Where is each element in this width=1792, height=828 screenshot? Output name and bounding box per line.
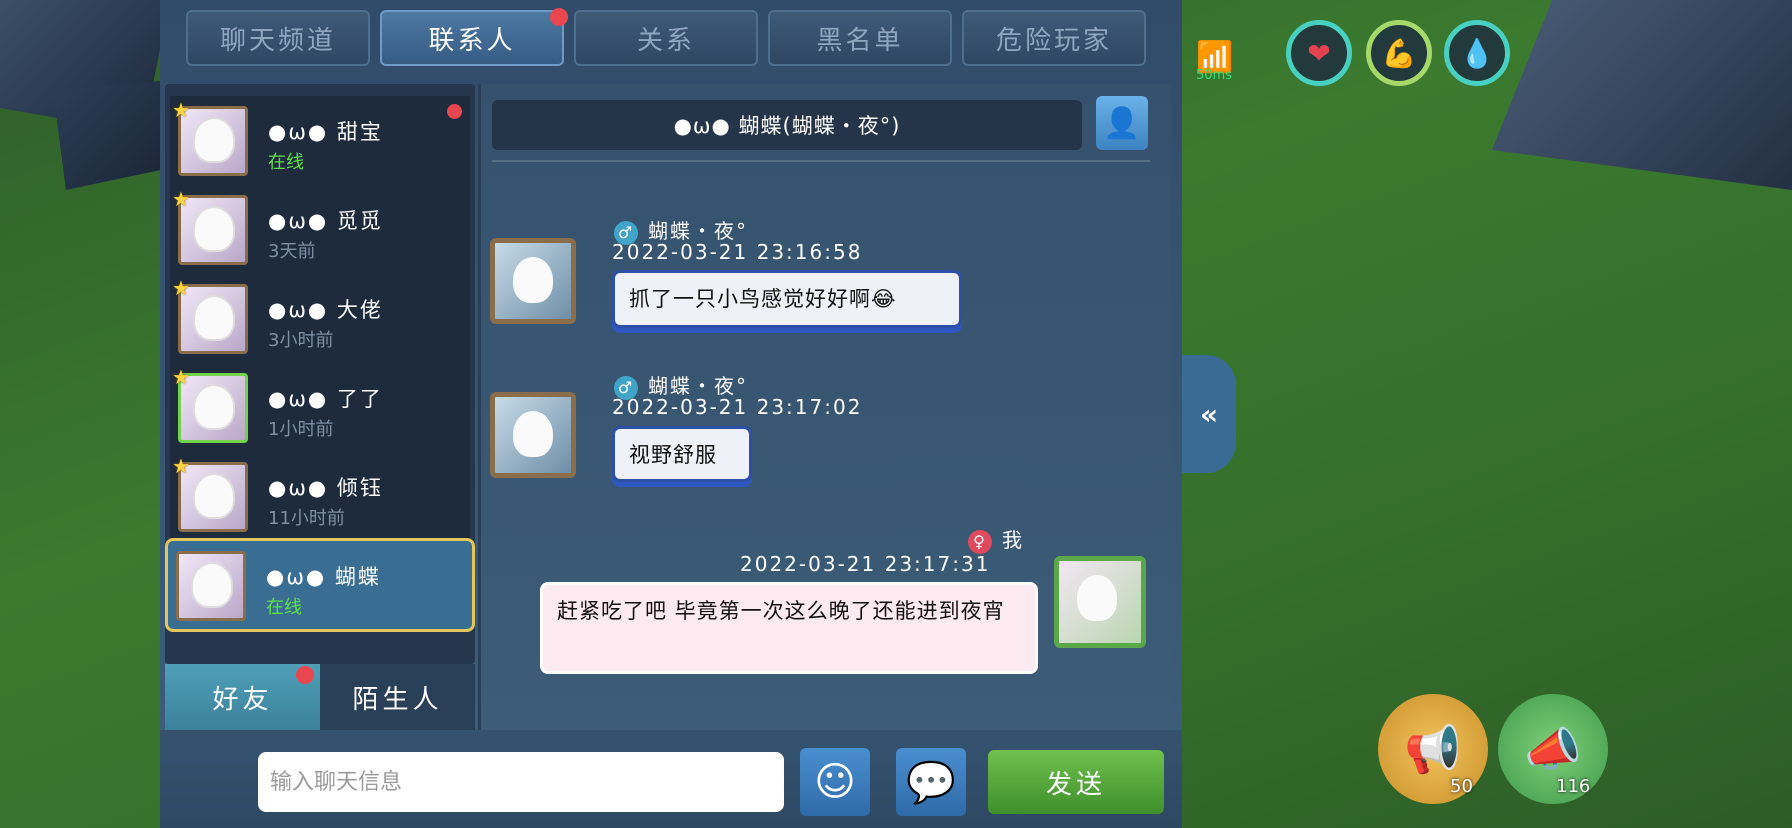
health-gauge: ❤ (1286, 20, 1352, 86)
contact-name: ●ω● 倾钰 (268, 476, 383, 500)
smile-icon: ☺ (814, 759, 856, 805)
notification-dot (296, 666, 314, 684)
avatar (176, 551, 246, 621)
star-icon: ★ (172, 454, 190, 478)
tab-relations[interactable]: 关系 (574, 10, 758, 66)
collapse-panel-button[interactable]: « (1182, 355, 1236, 473)
heart-icon: ❤ (1307, 36, 1331, 70)
stamina-gauge: 💪 (1366, 20, 1432, 86)
contact-item-selected[interactable]: ●ω● 蝴蝶 在线 (165, 538, 475, 632)
quick-message-button[interactable]: 💬 (896, 748, 966, 816)
contact-item[interactable]: ★ ●ω● 倾钰 11小时前 (170, 452, 470, 546)
tab-blacklist[interactable]: 黑名单 (768, 10, 952, 66)
contact-item[interactable]: ★ ●ω● 觅觅 3天前 (170, 185, 470, 279)
profile-button[interactable]: 👤 (1096, 96, 1148, 150)
contact-name: ●ω● 甜宝 (268, 120, 383, 144)
contact-status: 在线 (266, 597, 302, 618)
contact-list[interactable]: ★ ●ω● 甜宝 在线 ★ ●ω● 觅觅 3天前 ★ ●ω● 大佬 3小时前 ★… (165, 84, 475, 664)
contact-status: 3天前 (268, 241, 316, 262)
contact-item[interactable]: ★ ●ω● 了了 1小时前 (170, 363, 470, 457)
contact-item[interactable]: ★ ●ω● 大佬 3小时前 (170, 274, 470, 368)
female-icon: ♀ (968, 530, 992, 554)
contact-type-tabs: 好友 陌生人 (165, 664, 475, 730)
water-gauge: 💧 (1444, 20, 1510, 86)
contact-name: ●ω● 了了 (268, 387, 383, 411)
megaphone-icon: 📣 (1524, 721, 1582, 776)
speech-bubble-icon: 💬 (906, 759, 956, 806)
notification-dot (550, 8, 568, 26)
water-drop-icon: 💧 (1459, 36, 1495, 70)
tab-chat-channel[interactable]: 聊天频道 (186, 10, 370, 66)
contact-name: ●ω● 蝴蝶 (266, 565, 381, 589)
double-chevron-left-icon: « (1199, 397, 1219, 431)
sender-avatar[interactable] (490, 238, 576, 324)
emoji-button[interactable]: ☺ (800, 748, 870, 816)
my-avatar[interactable] (1054, 556, 1146, 648)
arm-icon: 💪 (1381, 36, 1417, 70)
star-icon: ★ (172, 187, 190, 211)
rock-block (1492, 0, 1792, 190)
notification-dot (447, 104, 462, 119)
contact-status: 11小时前 (268, 508, 345, 529)
contact-item[interactable]: ★ ●ω● 甜宝 在线 (170, 96, 470, 190)
megaphone-green-count: 116 (1556, 776, 1591, 797)
message-sender: ♀ 我 (968, 524, 1024, 554)
sender-avatar[interactable] (490, 392, 576, 478)
social-tabs: 聊天频道 联系人 关系 黑名单 危险玩家 (186, 8, 1146, 66)
rock-block (53, 80, 170, 190)
divider (492, 160, 1150, 162)
star-icon: ★ (172, 98, 190, 122)
contact-status: 在线 (268, 152, 304, 173)
contact-name: ●ω● 觅觅 (268, 209, 383, 233)
tab-contacts[interactable]: 联系人 (380, 8, 568, 66)
megaphone-green-button[interactable]: 📣 (1498, 694, 1608, 804)
message-bubble: 赶紧吃了吧 毕竟第一次这么晚了还能进到夜宵 (540, 582, 1038, 674)
message-time: 2022-03-21 23:17:02 (612, 395, 863, 419)
message-time: 2022-03-21 23:16:58 (612, 240, 863, 264)
star-icon: ★ (172, 365, 190, 389)
contact-status: 1小时前 (268, 419, 334, 440)
contact-name: ●ω● 大佬 (268, 298, 383, 322)
megaphone-icon: 📢 (1404, 721, 1462, 776)
contact-status: 3小时前 (268, 330, 334, 351)
send-button[interactable]: 发送 (988, 750, 1164, 814)
message-bubble: 抓了一只小鸟感觉好好啊😂 (612, 270, 962, 328)
tab-dangerous-players[interactable]: 危险玩家 (962, 10, 1146, 66)
person-icon: 👤 (1103, 105, 1141, 141)
message-bubble: 视野舒服 (612, 426, 752, 482)
megaphone-gold-count: 50 (1450, 776, 1473, 797)
chat-header-title: ●ω● 蝴蝶(蝴蝶・夜°) (492, 100, 1082, 150)
ping-value: 50ms (1196, 68, 1232, 83)
chat-input[interactable] (258, 752, 784, 812)
message-time: 2022-03-21 23:17:31 (740, 552, 991, 576)
star-icon: ★ (172, 276, 190, 300)
tab-strangers[interactable]: 陌生人 (320, 664, 475, 730)
tab-friends[interactable]: 好友 (165, 664, 320, 730)
